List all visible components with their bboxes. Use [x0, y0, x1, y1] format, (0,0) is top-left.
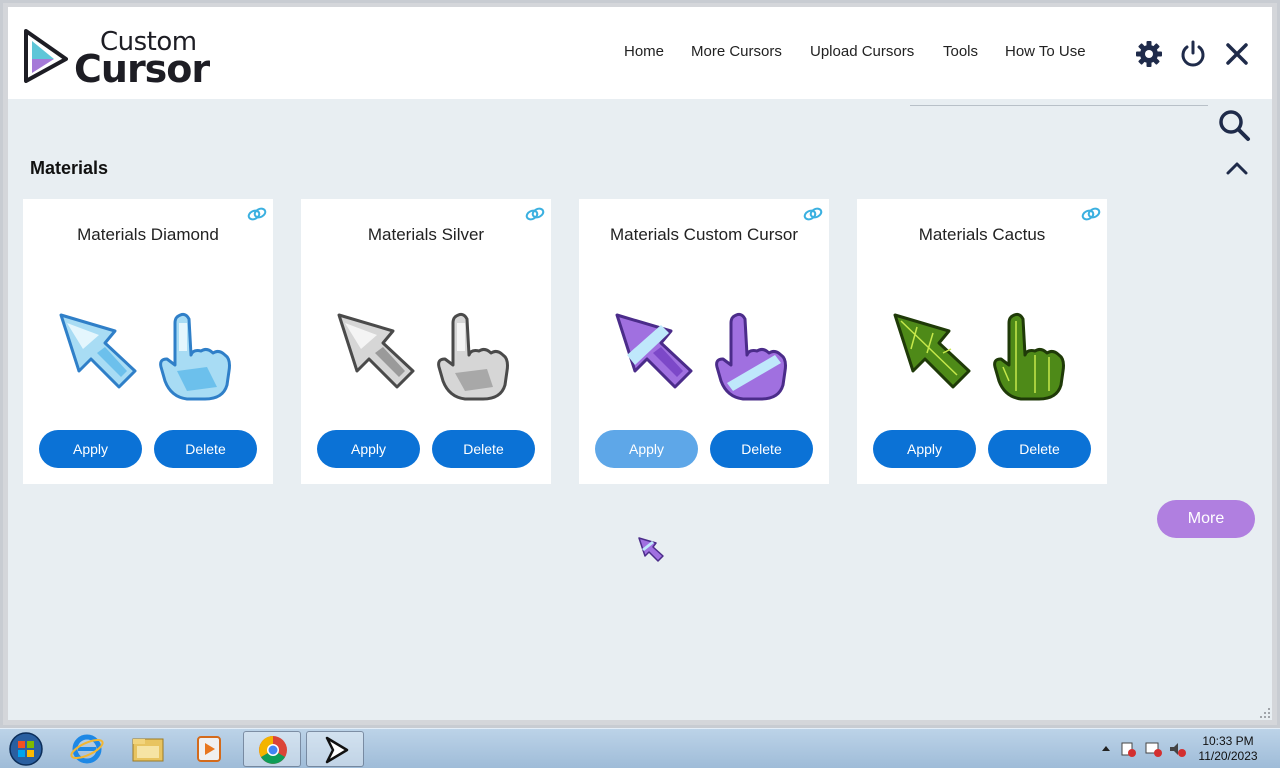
chrome-icon — [259, 736, 287, 764]
tray-volume-icon — [1170, 743, 1178, 755]
link-icon[interactable] — [247, 207, 267, 221]
taskbar-chrome[interactable] — [243, 731, 301, 767]
card-title: Materials Custom Cursor — [610, 225, 798, 244]
cactus-arrow-cursor-image — [893, 313, 971, 389]
taskbar-custom-cursor[interactable] — [306, 731, 364, 767]
diamond-arrow-cursor-image — [59, 313, 137, 389]
logo[interactable]: Custom Cursor — [22, 25, 210, 91]
header: Custom Cursor Home More Cursors Upload C… — [8, 7, 1272, 99]
delete-button[interactable]: Delete — [988, 430, 1091, 468]
logo-arrow-icon — [24, 29, 68, 83]
clock-time: 10:33 PM — [1202, 734, 1254, 748]
cursor-card-cactus: Materials Cactus Apply Delete — [857, 199, 1107, 484]
search-icon[interactable] — [1216, 107, 1252, 143]
app-window: Custom Cursor Home More Cursors Upload C… — [3, 3, 1277, 725]
taskbar-media-player[interactable] — [180, 731, 238, 767]
clock-date: 11/20/2023 — [1198, 749, 1258, 763]
cursor-card-custom-cursor: Materials Custom Cursor Apply Delete — [579, 199, 829, 484]
delete-button[interactable]: Delete — [154, 430, 257, 468]
chevron-up-icon[interactable] — [1224, 157, 1250, 179]
section-title: Materials — [30, 158, 109, 178]
cursor-card-diamond: Materials Diamond Apply Delete — [23, 199, 273, 484]
diamond-hand-cursor-image — [159, 312, 231, 401]
silver-hand-cursor-image — [437, 312, 509, 401]
start-button-icon[interactable] — [8, 731, 44, 767]
delete-button[interactable]: Delete — [710, 430, 813, 468]
media-player-icon — [197, 736, 221, 762]
taskbar-file-explorer[interactable] — [119, 731, 177, 767]
search-input[interactable] — [910, 105, 1208, 106]
custom-cursor-icon — [325, 736, 349, 764]
link-icon[interactable] — [803, 207, 823, 221]
close-icon[interactable] — [1222, 39, 1252, 69]
system-tray — [1102, 742, 1186, 757]
nav-more-cursors[interactable]: More Cursors — [691, 43, 782, 60]
card-title: Materials Cactus — [918, 225, 1046, 244]
nav-tools[interactable]: Tools — [943, 43, 978, 60]
apply-button[interactable]: Apply — [873, 430, 976, 468]
nav-how-to-use[interactable]: How To Use — [1005, 43, 1086, 60]
file-explorer-icon — [132, 738, 164, 762]
power-icon[interactable] — [1178, 39, 1208, 69]
more-button[interactable]: More — [1157, 500, 1255, 538]
card-title: Materials Diamond — [77, 225, 219, 244]
link-icon[interactable] — [1081, 207, 1101, 221]
cursor-card-silver: Materials Silver Apply Delete — [301, 199, 551, 484]
internet-explorer-icon — [70, 734, 104, 764]
apply-button[interactable]: Apply — [39, 430, 142, 468]
tray-expand-icon — [1102, 746, 1110, 751]
apply-button[interactable]: Apply — [595, 430, 698, 468]
logo-text-cursor: Cursor — [74, 47, 210, 91]
taskbar-clock[interactable]: 10:33 PM 11/20/2023 — [1192, 734, 1264, 764]
gear-icon[interactable] — [1134, 39, 1164, 69]
nav-upload-cursors[interactable]: Upload Cursors — [810, 43, 914, 60]
silver-arrow-cursor-image — [337, 313, 415, 389]
nav-home[interactable]: Home — [624, 43, 664, 60]
resize-grip-icon[interactable] — [1260, 708, 1270, 718]
card-title: Materials Silver — [367, 225, 485, 244]
mouse-pointer-icon — [638, 537, 664, 562]
apply-button[interactable]: Apply — [317, 430, 420, 468]
delete-button[interactable]: Delete — [432, 430, 535, 468]
link-icon[interactable] — [525, 207, 545, 221]
taskbar-internet-explorer[interactable] — [58, 731, 116, 767]
purple-arrow-cursor-image — [615, 313, 693, 389]
taskbar: 10:33 PM 11/20/2023 — [0, 728, 1280, 768]
cactus-hand-cursor-image — [993, 312, 1065, 401]
purple-hand-cursor-image — [715, 312, 787, 401]
